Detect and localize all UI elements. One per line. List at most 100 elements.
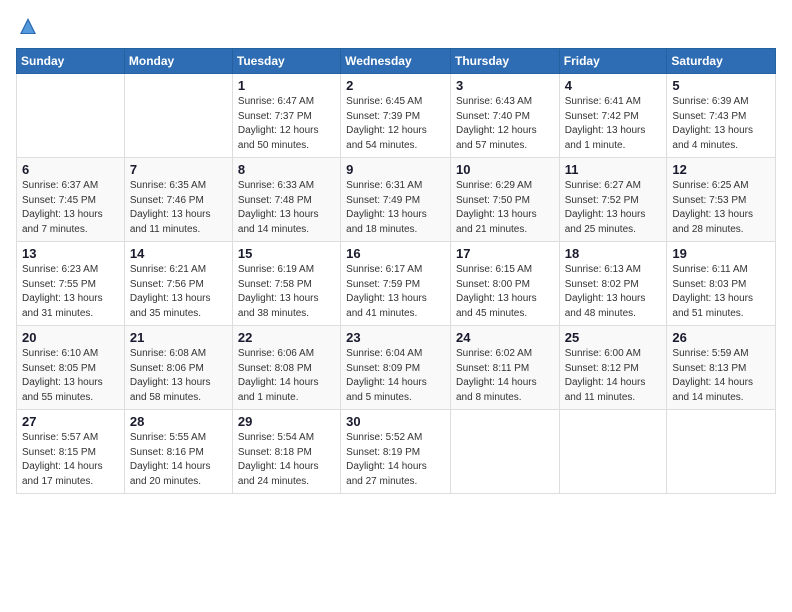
day-info: Sunrise: 6:29 AM Sunset: 7:50 PM Dayligh… (456, 179, 554, 237)
calendar-header-sunday: Sunday (17, 49, 125, 74)
day-number: 17 (456, 246, 554, 261)
day-info: Sunrise: 6:23 AM Sunset: 7:55 PM Dayligh… (22, 263, 119, 321)
day-number: 10 (456, 162, 554, 177)
calendar-week-1: 1 Sunrise: 6:47 AM Sunset: 7:37 PM Daylig… (17, 74, 776, 158)
calendar-cell: 30 Sunrise: 5:52 AM Sunset: 8:19 PM Dayli… (341, 410, 451, 494)
calendar-week-4: 20 Sunrise: 6:10 AM Sunset: 8:05 PM Dayli… (17, 326, 776, 410)
calendar-cell: 6 Sunrise: 6:37 AM Sunset: 7:45 PM Daylig… (17, 158, 125, 242)
day-number: 22 (238, 330, 335, 345)
calendar-cell (17, 74, 125, 158)
day-info: Sunrise: 6:00 AM Sunset: 8:12 PM Dayligh… (565, 347, 662, 405)
day-number: 27 (22, 414, 119, 429)
day-number: 12 (672, 162, 770, 177)
day-number: 26 (672, 330, 770, 345)
page: SundayMondayTuesdayWednesdayThursdayFrid… (0, 0, 792, 612)
day-number: 2 (346, 78, 445, 93)
day-number: 11 (565, 162, 662, 177)
day-number: 19 (672, 246, 770, 261)
day-number: 24 (456, 330, 554, 345)
day-info: Sunrise: 5:52 AM Sunset: 8:19 PM Dayligh… (346, 431, 445, 489)
day-number: 13 (22, 246, 119, 261)
logo (16, 16, 38, 36)
day-number: 28 (130, 414, 227, 429)
calendar-cell: 16Sunrise: 6:17 AM Sunset: 7:59 PM Dayli… (341, 242, 451, 326)
day-number: 6 (22, 162, 119, 177)
day-info: Sunrise: 6:17 AM Sunset: 7:59 PM Dayligh… (346, 263, 445, 321)
day-number: 4 (565, 78, 662, 93)
day-info: Sunrise: 6:27 AM Sunset: 7:52 PM Dayligh… (565, 179, 662, 237)
day-info: Sunrise: 6:06 AM Sunset: 8:08 PM Dayligh… (238, 347, 335, 405)
header (16, 16, 776, 36)
day-number: 3 (456, 78, 554, 93)
day-info: Sunrise: 6:37 AM Sunset: 7:45 PM Dayligh… (22, 179, 119, 237)
calendar-cell: 23 Sunrise: 6:04 AM Sunset: 8:09 PM Dayli… (341, 326, 451, 410)
day-info: Sunrise: 6:04 AM Sunset: 8:09 PM Dayligh… (346, 347, 445, 405)
calendar-cell: 27 Sunrise: 5:57 AM Sunset: 8:15 PM Dayli… (17, 410, 125, 494)
day-info: Sunrise: 6:15 AM Sunset: 8:00 PM Dayligh… (456, 263, 554, 321)
day-number: 9 (346, 162, 445, 177)
calendar-cell: 22 Sunrise: 6:06 AM Sunset: 8:08 PM Dayli… (232, 326, 340, 410)
calendar-cell: 1 Sunrise: 6:47 AM Sunset: 7:37 PM Daylig… (232, 74, 340, 158)
day-info: Sunrise: 6:39 AM Sunset: 7:43 PM Dayligh… (672, 95, 770, 153)
day-number: 18 (565, 246, 662, 261)
day-info: Sunrise: 6:11 AM Sunset: 8:03 PM Dayligh… (672, 263, 770, 321)
calendar-cell: 20 Sunrise: 6:10 AM Sunset: 8:05 PM Dayli… (17, 326, 125, 410)
day-number: 1 (238, 78, 335, 93)
day-info: Sunrise: 6:47 AM Sunset: 7:37 PM Dayligh… (238, 95, 335, 153)
calendar-cell: 3 Sunrise: 6:43 AM Sunset: 7:40 PM Daylig… (450, 74, 559, 158)
calendar-cell: 4 Sunrise: 6:41 AM Sunset: 7:42 PM Daylig… (559, 74, 667, 158)
day-info: Sunrise: 6:13 AM Sunset: 8:02 PM Dayligh… (565, 263, 662, 321)
day-info: Sunrise: 6:02 AM Sunset: 8:11 PM Dayligh… (456, 347, 554, 405)
calendar-cell (667, 410, 776, 494)
calendar-cell (559, 410, 667, 494)
day-info: Sunrise: 6:33 AM Sunset: 7:48 PM Dayligh… (238, 179, 335, 237)
day-number: 29 (238, 414, 335, 429)
calendar-header-friday: Friday (559, 49, 667, 74)
day-info: Sunrise: 5:54 AM Sunset: 8:18 PM Dayligh… (238, 431, 335, 489)
day-info: Sunrise: 6:35 AM Sunset: 7:46 PM Dayligh… (130, 179, 227, 237)
day-number: 14 (130, 246, 227, 261)
day-info: Sunrise: 6:43 AM Sunset: 7:40 PM Dayligh… (456, 95, 554, 153)
day-info: Sunrise: 5:55 AM Sunset: 8:16 PM Dayligh… (130, 431, 227, 489)
calendar-week-2: 6 Sunrise: 6:37 AM Sunset: 7:45 PM Daylig… (17, 158, 776, 242)
calendar-cell: 21Sunrise: 6:08 AM Sunset: 8:06 PM Dayli… (124, 326, 232, 410)
calendar-week-3: 13 Sunrise: 6:23 AM Sunset: 7:55 PM Dayli… (17, 242, 776, 326)
calendar-week-5: 27 Sunrise: 5:57 AM Sunset: 8:15 PM Dayli… (17, 410, 776, 494)
calendar-cell: 5Sunrise: 6:39 AM Sunset: 7:43 PM Daylig… (667, 74, 776, 158)
calendar-cell: 12 Sunrise: 6:25 AM Sunset: 7:53 PM Dayli… (667, 158, 776, 242)
calendar-cell: 9Sunrise: 6:31 AM Sunset: 7:49 PM Daylig… (341, 158, 451, 242)
calendar-cell: 26Sunrise: 5:59 AM Sunset: 8:13 PM Dayli… (667, 326, 776, 410)
day-info: Sunrise: 6:10 AM Sunset: 8:05 PM Dayligh… (22, 347, 119, 405)
calendar-cell: 13 Sunrise: 6:23 AM Sunset: 7:55 PM Dayli… (17, 242, 125, 326)
calendar-cell: 14 Sunrise: 6:21 AM Sunset: 7:56 PM Dayli… (124, 242, 232, 326)
calendar-cell: 8 Sunrise: 6:33 AM Sunset: 7:48 PM Daylig… (232, 158, 340, 242)
logo-icon (18, 16, 38, 36)
day-number: 23 (346, 330, 445, 345)
day-info: Sunrise: 6:21 AM Sunset: 7:56 PM Dayligh… (130, 263, 227, 321)
calendar-cell (124, 74, 232, 158)
calendar-cell: 24 Sunrise: 6:02 AM Sunset: 8:11 PM Dayli… (450, 326, 559, 410)
calendar-header-tuesday: Tuesday (232, 49, 340, 74)
day-info: Sunrise: 6:41 AM Sunset: 7:42 PM Dayligh… (565, 95, 662, 153)
day-number: 15 (238, 246, 335, 261)
calendar-cell: 17 Sunrise: 6:15 AM Sunset: 8:00 PM Dayli… (450, 242, 559, 326)
day-number: 20 (22, 330, 119, 345)
calendar-cell: 18 Sunrise: 6:13 AM Sunset: 8:02 PM Dayli… (559, 242, 667, 326)
calendar-cell: 28 Sunrise: 5:55 AM Sunset: 8:16 PM Dayli… (124, 410, 232, 494)
day-number: 25 (565, 330, 662, 345)
calendar-header-wednesday: Wednesday (341, 49, 451, 74)
day-number: 8 (238, 162, 335, 177)
day-info: Sunrise: 5:57 AM Sunset: 8:15 PM Dayligh… (22, 431, 119, 489)
calendar-header-monday: Monday (124, 49, 232, 74)
calendar-header-row: SundayMondayTuesdayWednesdayThursdayFrid… (17, 49, 776, 74)
day-number: 30 (346, 414, 445, 429)
day-number: 7 (130, 162, 227, 177)
calendar-header-thursday: Thursday (450, 49, 559, 74)
calendar-cell: 7 Sunrise: 6:35 AM Sunset: 7:46 PM Daylig… (124, 158, 232, 242)
calendar-cell: 11 Sunrise: 6:27 AM Sunset: 7:52 PM Dayli… (559, 158, 667, 242)
calendar-cell: 29 Sunrise: 5:54 AM Sunset: 8:18 PM Dayli… (232, 410, 340, 494)
calendar-cell: 19 Sunrise: 6:11 AM Sunset: 8:03 PM Dayli… (667, 242, 776, 326)
calendar-cell (450, 410, 559, 494)
calendar-cell: 25 Sunrise: 6:00 AM Sunset: 8:12 PM Dayli… (559, 326, 667, 410)
day-info: Sunrise: 6:25 AM Sunset: 7:53 PM Dayligh… (672, 179, 770, 237)
